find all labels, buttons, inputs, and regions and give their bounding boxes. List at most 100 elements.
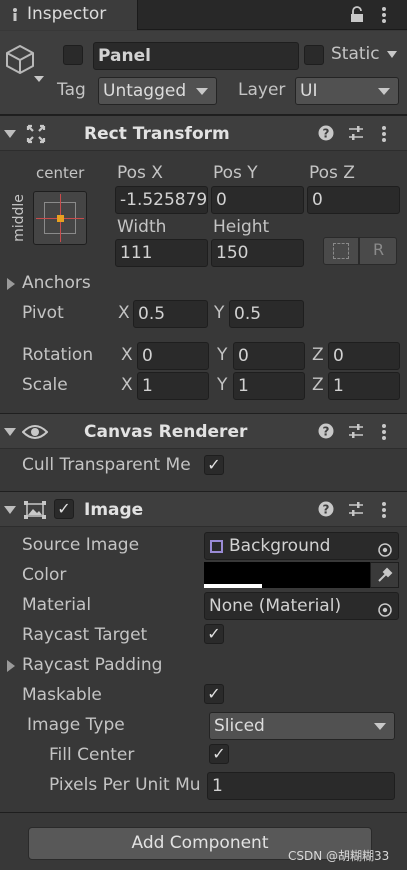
height-label: Height — [213, 217, 270, 237]
sprite-icon — [210, 540, 223, 553]
raycast-target-checkbox[interactable]: ✓ — [204, 624, 224, 644]
help-icon[interactable]: ? — [318, 423, 334, 444]
color-swatch[interactable] — [204, 562, 370, 588]
pos-y-field[interactable]: 0 — [211, 186, 304, 214]
rot-y-field[interactable]: 0 — [233, 342, 305, 370]
layer-dropdown[interactable]: UI — [295, 77, 399, 105]
foldout-arrow-icon[interactable] — [4, 428, 16, 436]
anchors-label[interactable]: Anchors — [22, 273, 91, 293]
cube-icon — [4, 43, 36, 80]
pivot-x-label: X — [118, 303, 130, 323]
cull-transparent-checkbox[interactable]: ✓ — [204, 455, 224, 475]
tab-title: Inspector — [27, 4, 107, 24]
anchors-foldout-icon[interactable] — [7, 278, 15, 290]
scale-x-field[interactable]: 1 — [137, 372, 209, 400]
help-icon[interactable]: ? — [318, 501, 334, 522]
canvas-renderer-title: Canvas Renderer — [84, 422, 248, 442]
svg-text:?: ? — [323, 127, 330, 141]
image-body: Source Image Background Color Material N… — [0, 527, 407, 812]
preset-icon[interactable] — [348, 125, 364, 146]
raw-edit-label: R — [373, 240, 385, 259]
image-enabled-checkbox[interactable]: ✓ — [54, 499, 74, 519]
color-label: Color — [22, 565, 67, 585]
scale-z-label: Z — [312, 375, 324, 395]
more-icon[interactable] — [381, 6, 387, 29]
add-component-label: Add Component — [131, 833, 269, 853]
blueprint-mode-button[interactable] — [323, 237, 359, 265]
eyedropper-button[interactable] — [370, 562, 399, 588]
object-picker-icon[interactable] — [378, 599, 392, 619]
preset-icon[interactable] — [348, 501, 364, 522]
raw-edit-button[interactable]: R — [359, 237, 397, 265]
object-header: Panel Static Tag Untagged Layer UI — [0, 31, 407, 115]
pos-x-field[interactable]: -1.525879 — [115, 186, 208, 214]
source-image-label: Source Image — [22, 535, 140, 555]
material-field[interactable]: None (Material) — [204, 592, 399, 620]
chevron-down-icon — [378, 88, 390, 95]
pos-z-label: Pos Z — [309, 163, 355, 183]
tab-inspector[interactable]: Inspector — [0, 0, 138, 30]
foldout-arrow-icon[interactable] — [4, 130, 16, 138]
scale-y-field[interactable]: 1 — [233, 372, 305, 400]
alpha-bar — [204, 584, 262, 588]
object-name-field[interactable]: Panel — [93, 42, 299, 70]
canvas-renderer-body: Cull Transparent Me ✓ — [0, 449, 407, 491]
fill-center-label: Fill Center — [49, 745, 135, 765]
static-dropdown-arrow[interactable] — [387, 51, 397, 58]
rot-x-label: X — [121, 345, 133, 365]
raycast-padding-label[interactable]: Raycast Padding — [22, 655, 162, 675]
layer-label: Layer — [238, 80, 286, 100]
tab-bar: Inspector — [0, 0, 407, 30]
source-image-field[interactable]: Background — [204, 532, 399, 560]
fill-center-checkbox[interactable]: ✓ — [209, 744, 229, 764]
height-field[interactable]: 150 — [211, 239, 304, 267]
scale-y-label: Y — [217, 375, 228, 395]
material-label: Material — [22, 595, 92, 615]
pivot-label: Pivot — [22, 303, 64, 323]
static-toggle[interactable] — [304, 45, 324, 65]
pos-x-label: Pos X — [117, 163, 163, 183]
ppu-field[interactable]: 1 — [207, 772, 395, 800]
raycast-target-label: Raycast Target — [22, 625, 148, 645]
chevron-down-icon — [374, 723, 386, 730]
maskable-label: Maskable — [22, 685, 102, 705]
scale-z-field[interactable]: 1 — [328, 372, 400, 400]
more-icon[interactable] — [381, 423, 387, 446]
rot-z-label: Z — [312, 345, 324, 365]
anchor-h-label: center — [36, 164, 85, 182]
inspector-icon — [8, 6, 22, 22]
object-picker-icon[interactable] — [378, 539, 392, 559]
pivot-y-field[interactable]: 0.5 — [229, 300, 304, 328]
raycast-padding-foldout-icon[interactable] — [7, 660, 15, 672]
pos-y-label: Pos Y — [213, 163, 258, 183]
rect-transform-header[interactable]: Rect Transform ? — [0, 115, 407, 151]
more-icon[interactable] — [381, 501, 387, 524]
more-icon[interactable] — [381, 125, 387, 148]
width-field[interactable]: 111 — [115, 239, 208, 267]
rot-z-field[interactable]: 0 — [328, 342, 400, 370]
rot-x-field[interactable]: 0 — [137, 342, 209, 370]
tag-dropdown[interactable]: Untagged — [98, 77, 217, 105]
maskable-checkbox[interactable]: ✓ — [204, 684, 224, 704]
pivot-x-field[interactable]: 0.5 — [133, 300, 208, 328]
image-type-label: Image Type — [27, 715, 125, 735]
rect-transform-title: Rect Transform — [84, 124, 230, 144]
width-label: Width — [117, 217, 167, 237]
icon-dropdown-arrow[interactable] — [34, 76, 44, 82]
source-image-value: Background — [229, 536, 331, 556]
pos-z-field[interactable]: 0 — [307, 186, 400, 214]
cull-transparent-label: Cull Transparent Me — [22, 455, 191, 475]
help-icon[interactable]: ? — [318, 125, 334, 146]
active-toggle[interactable] — [63, 45, 83, 65]
lock-icon[interactable] — [350, 6, 364, 28]
image-type-dropdown[interactable]: Sliced — [209, 712, 395, 740]
canvas-renderer-header[interactable]: Canvas Renderer ? — [0, 413, 407, 449]
svg-text:?: ? — [323, 425, 330, 439]
anchor-preset-button[interactable] — [33, 191, 87, 245]
anchor-v-label: middle — [10, 194, 27, 242]
foldout-arrow-icon[interactable] — [4, 506, 16, 514]
preset-icon[interactable] — [348, 423, 364, 444]
tag-value: Untagged — [103, 81, 187, 101]
image-header[interactable]: ✓ Image ? — [0, 491, 407, 527]
scale-label: Scale — [22, 375, 68, 395]
